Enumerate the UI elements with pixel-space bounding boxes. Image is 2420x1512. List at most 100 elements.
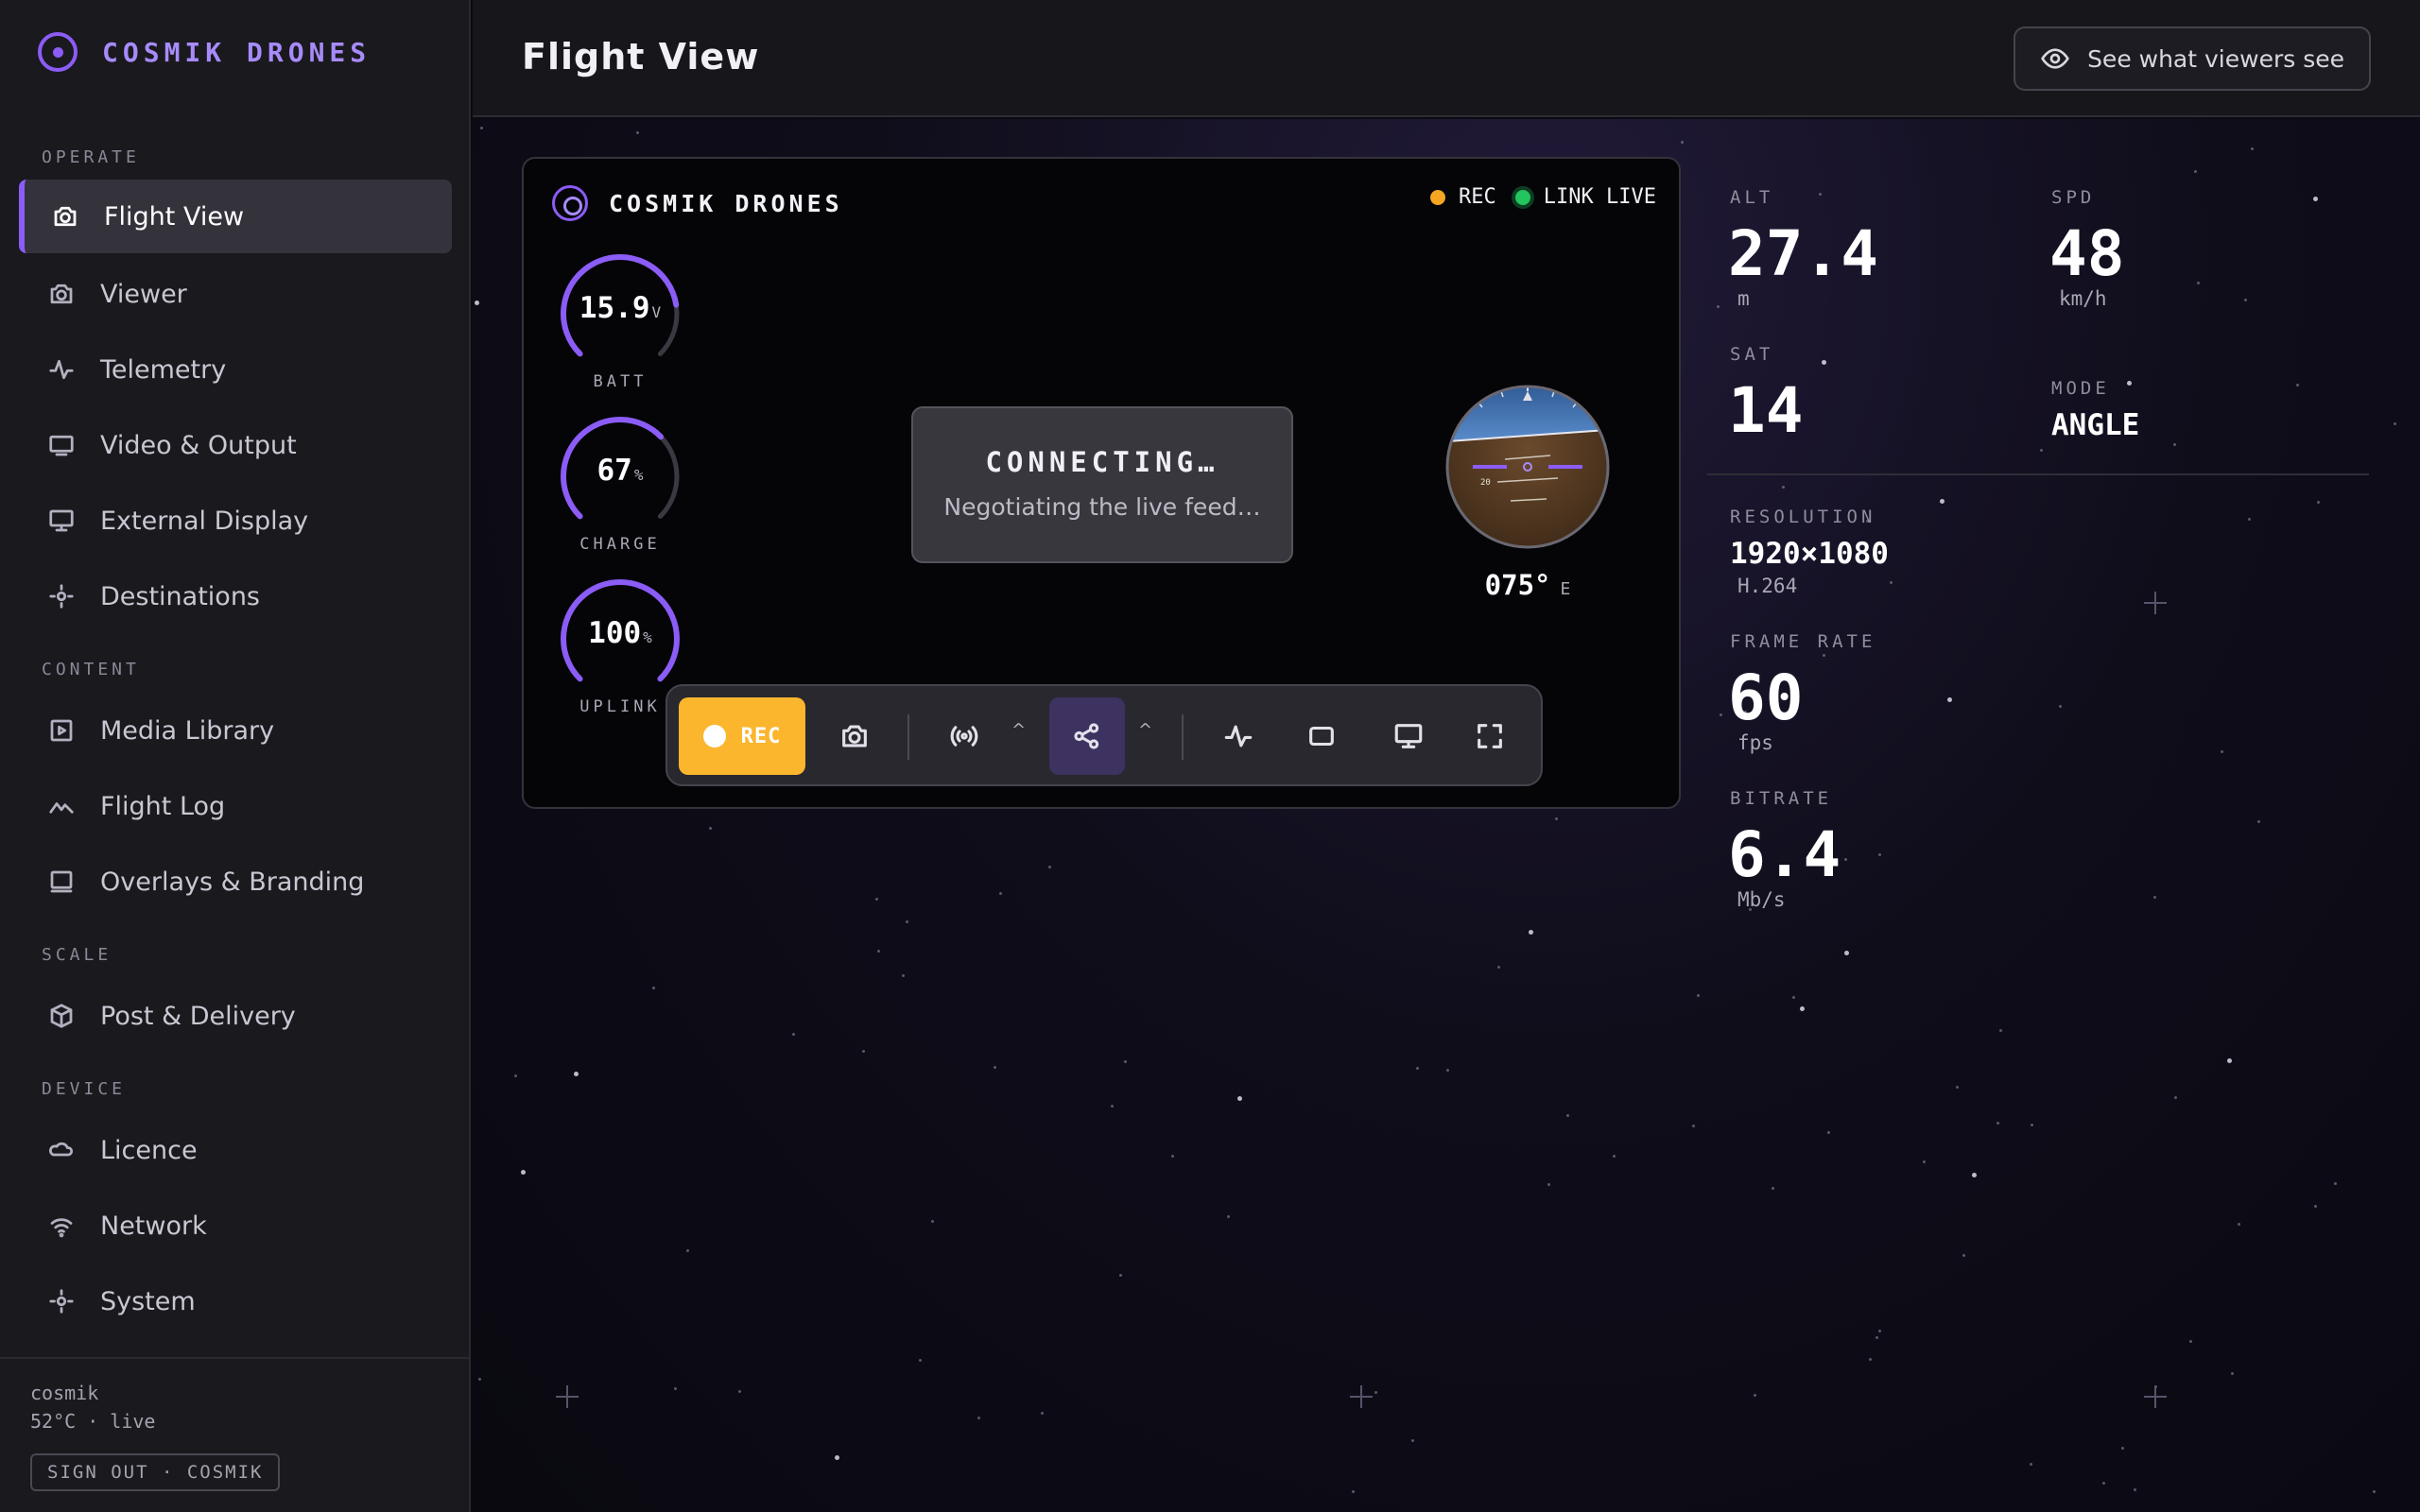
star [1681, 141, 1684, 144]
link-indicator-icon [1514, 189, 1530, 205]
sidebar-item-label: Network [100, 1211, 207, 1241]
record-button[interactable]: REC [679, 697, 805, 775]
sidebar-item-external-display[interactable]: External Display [19, 484, 452, 558]
star [862, 1050, 865, 1053]
broadcast-caret-icon[interactable]: ^ [1011, 720, 1026, 740]
rectangle-icon [1309, 726, 1334, 747]
framerate-value: 60 [1728, 662, 1804, 734]
star [2313, 197, 2318, 201]
star [1547, 1183, 1550, 1186]
record-button-label: REC [740, 724, 782, 748]
brand[interactable]: COSMIK DRONES [38, 32, 371, 72]
star [2121, 1447, 2124, 1450]
rec-indicator-icon [1430, 189, 1446, 205]
star [1374, 1391, 1377, 1394]
sidebar-item-video-output[interactable]: Video & Output [19, 408, 452, 482]
camera-icon [842, 725, 867, 747]
camera-icon [51, 202, 79, 231]
star [1956, 1086, 1959, 1089]
star [1048, 866, 1051, 868]
cloud-icon [47, 1136, 76, 1164]
star [2127, 381, 2132, 386]
star [2373, 1490, 2376, 1493]
sidebar-item-label: Post & Delivery [100, 1001, 296, 1031]
star [2248, 518, 2251, 521]
sidebar-item-network[interactable]: Network [19, 1189, 452, 1263]
sidebar-item-label: Licence [100, 1135, 198, 1165]
sign-out-button[interactable]: SIGN OUT · COSMIK [30, 1453, 281, 1491]
sidebar-item-telemetry[interactable]: Telemetry [19, 333, 452, 406]
alt-unit: m [1737, 287, 1750, 310]
feed-logo-icon [552, 185, 588, 221]
sat-value: 14 [1728, 374, 1804, 447]
star [1996, 1122, 1999, 1125]
star [1972, 1173, 1977, 1177]
sidebar-item-flight-view[interactable]: Flight View [19, 180, 452, 253]
footer-status: 52°C · live [30, 1410, 156, 1433]
bitrate-label: BITRATE [1730, 788, 1833, 809]
link-status-label: LINK LIVE [1543, 185, 1656, 209]
overlay-toggle-button[interactable] [1289, 697, 1354, 775]
bitrate-value: 6.4 [1728, 818, 1841, 891]
battery-gauge-value: 15.9 V [579, 291, 662, 325]
framerate-label: FRAME RATE [1730, 631, 1876, 652]
battery-gauge-label: BATT [593, 372, 648, 391]
star [521, 1170, 526, 1175]
sidebar-item-licence[interactable]: Licence [19, 1113, 452, 1187]
star [977, 1417, 980, 1419]
star [2134, 1488, 2136, 1491]
star [2153, 896, 2156, 899]
main-area: COSMIK DRONES REC LINK LIVE 15.9 V BATT 6… [473, 119, 2420, 1512]
star [1878, 1330, 1881, 1332]
sidebar-item-post-delivery[interactable]: Post & Delivery [19, 979, 452, 1053]
star [1497, 966, 1500, 969]
star [2040, 449, 2043, 452]
star [1411, 1439, 1414, 1442]
star [875, 898, 878, 901]
wifi-icon [47, 1211, 76, 1240]
sidebar-item-label: Destinations [100, 581, 261, 611]
charge-gauge-label: CHARGE [579, 535, 661, 554]
star [514, 1074, 517, 1077]
star [636, 131, 639, 134]
nav-section-operate: OPERATE [42, 147, 140, 167]
broadcast-button[interactable] [928, 697, 1000, 775]
star [2197, 282, 2200, 284]
charge-gauge-value: 67% [596, 454, 644, 488]
sidebar-item-label: External Display [100, 506, 309, 536]
share-button[interactable] [1049, 697, 1125, 775]
sat-label: SAT [1730, 344, 1774, 365]
external-display-button[interactable] [1373, 697, 1444, 775]
star [1819, 193, 1822, 196]
spd-label: SPD [2051, 187, 2096, 208]
sidebar-item-system[interactable]: System [19, 1264, 452, 1338]
record-dot-icon [702, 725, 726, 747]
see-viewers-button[interactable]: See what viewers see [2014, 26, 2371, 91]
star [1923, 1160, 1926, 1163]
connecting-subtitle: Negotiating the live feed… [943, 493, 1261, 521]
sidebar-item-destinations[interactable]: Destinations [19, 559, 452, 633]
display-icon [47, 507, 76, 535]
uplink-gauge-value: 100% [588, 616, 652, 650]
package-icon [47, 1002, 76, 1030]
fullscreen-button[interactable] [1458, 697, 1522, 775]
monitor-icon [47, 431, 76, 459]
share-caret-icon[interactable]: ^ [1138, 720, 1152, 740]
snapshot-button[interactable] [822, 697, 887, 775]
star [1171, 1155, 1174, 1158]
star [1800, 1006, 1805, 1011]
star [902, 974, 905, 977]
star [2059, 705, 2062, 708]
sidebar: COSMIK DRONES OPERATE Flight View Viewer… [0, 0, 471, 1512]
star [906, 920, 908, 923]
bitrate-unit: Mb/s [1737, 888, 1786, 911]
star [1697, 994, 1700, 997]
telemetry-toggle-button[interactable] [1206, 697, 1270, 775]
sidebar-item-viewer[interactable]: Viewer [19, 257, 452, 331]
sidebar-item-overlays-branding[interactable]: Overlays & Branding [19, 845, 452, 919]
pulse-icon [47, 355, 76, 384]
star [709, 827, 712, 830]
star [2244, 299, 2247, 301]
sidebar-item-flight-log[interactable]: Flight Log [19, 769, 452, 843]
sidebar-item-media-library[interactable]: Media Library [19, 694, 452, 767]
